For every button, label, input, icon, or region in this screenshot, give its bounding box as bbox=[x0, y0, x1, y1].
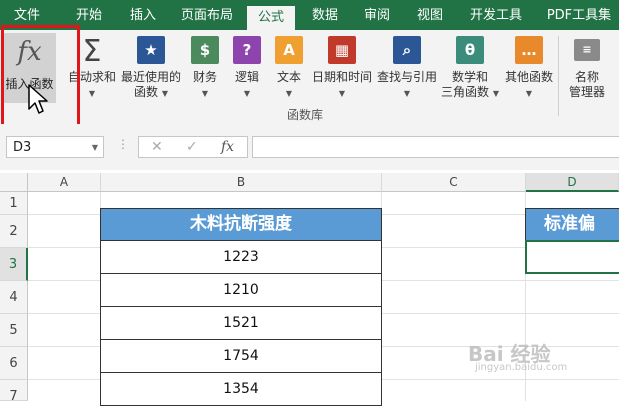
chevron-down-icon: ▼ bbox=[285, 89, 293, 98]
math-trig-button[interactable]: θ 数学和 三角函数 ▼ bbox=[440, 30, 500, 106]
function-library-group-label: 函数库 bbox=[286, 108, 323, 122]
name-tag-icon: ≡ bbox=[574, 39, 600, 61]
chevron-down-icon: ▼ bbox=[88, 89, 96, 98]
question-book-icon: ? bbox=[233, 36, 261, 64]
formula-buttons: ✕ ✓ fx bbox=[138, 136, 248, 158]
cell-b5[interactable]: 1521 bbox=[100, 307, 382, 340]
row-header-2[interactable]: 2 bbox=[0, 215, 28, 248]
coins-book-icon: $ bbox=[191, 36, 219, 64]
date-time-button[interactable]: ▦ 日期和时间 ▼ bbox=[310, 30, 374, 106]
chevron-down-icon: ▼ bbox=[161, 89, 168, 98]
tab-pdf-tools[interactable]: PDF工具集 bbox=[542, 0, 616, 30]
baidu-watermark-url: jingyan.baidu.com bbox=[475, 362, 568, 373]
name-box-value: D3 bbox=[13, 140, 32, 155]
insert-function-icon[interactable]: fx bbox=[221, 139, 234, 155]
chevron-down-icon: ▼ bbox=[91, 143, 98, 152]
datetime-label: 日期和时间 bbox=[311, 70, 372, 84]
cell-d3-selected[interactable] bbox=[525, 240, 619, 274]
column-header-b[interactable]: B bbox=[101, 173, 382, 192]
financial-button[interactable]: $ 财务 ▼ bbox=[186, 30, 224, 106]
row-header-7[interactable]: 7 bbox=[0, 380, 28, 404]
cell-b7[interactable]: 1354 bbox=[100, 373, 382, 406]
magnifier-book-icon: ⌕ bbox=[393, 36, 421, 64]
text-button[interactable]: A 文本 ▼ bbox=[270, 30, 308, 106]
chevron-down-icon: ▼ bbox=[403, 89, 411, 98]
recent-label-2: 函数 bbox=[134, 85, 159, 99]
name-box[interactable]: D3 ▼ bbox=[6, 136, 104, 158]
lookup-label: 查找与引用 bbox=[376, 70, 437, 84]
enter-icon[interactable]: ✓ bbox=[186, 139, 198, 155]
row-header-1[interactable]: 1 bbox=[0, 192, 28, 215]
formula-input[interactable] bbox=[252, 136, 619, 158]
calendar-book-icon: ▦ bbox=[328, 36, 356, 64]
chevron-down-icon: ▼ bbox=[338, 89, 346, 98]
star-book-icon: ★ bbox=[137, 36, 165, 64]
column-header-d[interactable]: D bbox=[526, 173, 619, 192]
name-mgr-label-2: 管理器 bbox=[568, 85, 605, 99]
chevron-down-icon: ▼ bbox=[525, 89, 533, 98]
cell-b6[interactable]: 1754 bbox=[100, 340, 382, 373]
text-label: 文本 bbox=[276, 70, 301, 84]
logical-button[interactable]: ? 逻辑 ▼ bbox=[228, 30, 266, 106]
tab-review[interactable]: 审阅 bbox=[356, 0, 398, 30]
column-header-c[interactable]: C bbox=[382, 173, 526, 192]
more-book-icon: … bbox=[515, 36, 543, 64]
tab-insert[interactable]: 插入 bbox=[120, 0, 166, 30]
tab-formulas[interactable]: 公式 bbox=[247, 6, 295, 30]
tab-data[interactable]: 数据 bbox=[304, 0, 346, 30]
ribbon-separator bbox=[558, 36, 559, 116]
formula-bar: D3 ▼ ⋮ ✕ ✓ fx bbox=[0, 124, 619, 170]
tab-view[interactable]: 视图 bbox=[409, 0, 451, 30]
math-label-1: 数学和 bbox=[451, 70, 488, 84]
row-header-6[interactable]: 6 bbox=[0, 347, 28, 380]
theta-book-icon: θ bbox=[456, 36, 484, 64]
more-dots-icon[interactable]: ⋮ bbox=[117, 137, 129, 151]
row-header-5[interactable]: 5 bbox=[0, 314, 28, 347]
chevron-down-icon: ▼ bbox=[492, 89, 499, 98]
tab-developer[interactable]: 开发工具 bbox=[464, 0, 528, 30]
cell-b2-header[interactable]: 木料抗断强度 bbox=[100, 208, 382, 241]
math-label-2: 三角函数 bbox=[441, 85, 490, 99]
more-functions-button[interactable]: … 其他函数 ▼ bbox=[502, 30, 556, 106]
ribbon-formulas: fx 插入函数 Σ 自动求和 ▼ ★ 最近使用的 函数 ▼ $ 财务 ▼ ? 逻辑 ▼ … bbox=[0, 30, 619, 125]
lookup-reference-button[interactable]: ⌕ 查找与引用 ▼ bbox=[375, 30, 439, 106]
cell-d2-header[interactable]: 标准偏 bbox=[525, 208, 619, 241]
logical-label: 逻辑 bbox=[234, 70, 259, 84]
cell-b3[interactable]: 1223 bbox=[100, 241, 382, 274]
cancel-icon[interactable]: ✕ bbox=[151, 139, 163, 155]
sigma-icon: Σ bbox=[82, 34, 102, 69]
name-manager-button[interactable]: ≡ 名称 管理器 bbox=[562, 30, 612, 106]
column-header-a[interactable]: A bbox=[28, 173, 101, 192]
chevron-down-icon: ▼ bbox=[201, 89, 209, 98]
recently-used-button[interactable]: ★ 最近使用的 函数 ▼ bbox=[119, 30, 183, 106]
financial-label: 财务 bbox=[192, 70, 217, 84]
select-all-corner[interactable] bbox=[0, 173, 28, 192]
other-label: 其他函数 bbox=[504, 70, 553, 84]
name-mgr-label-1: 名称 bbox=[574, 70, 599, 84]
chevron-down-icon: ▼ bbox=[243, 89, 251, 98]
mouse-pointer-icon bbox=[28, 84, 48, 114]
row-header-3[interactable]: 3 bbox=[0, 248, 28, 281]
ribbon-tab-bar: 文件 开始 插入 页面布局 公式 数据 审阅 视图 开发工具 PDF工具集 bbox=[0, 0, 619, 30]
cell-b4[interactable]: 1210 bbox=[100, 274, 382, 307]
row-header-4[interactable]: 4 bbox=[0, 281, 28, 314]
tab-page-layout[interactable]: 页面布局 bbox=[176, 0, 238, 30]
text-book-icon: A bbox=[275, 36, 303, 64]
recent-label-1: 最近使用的 bbox=[120, 70, 181, 84]
